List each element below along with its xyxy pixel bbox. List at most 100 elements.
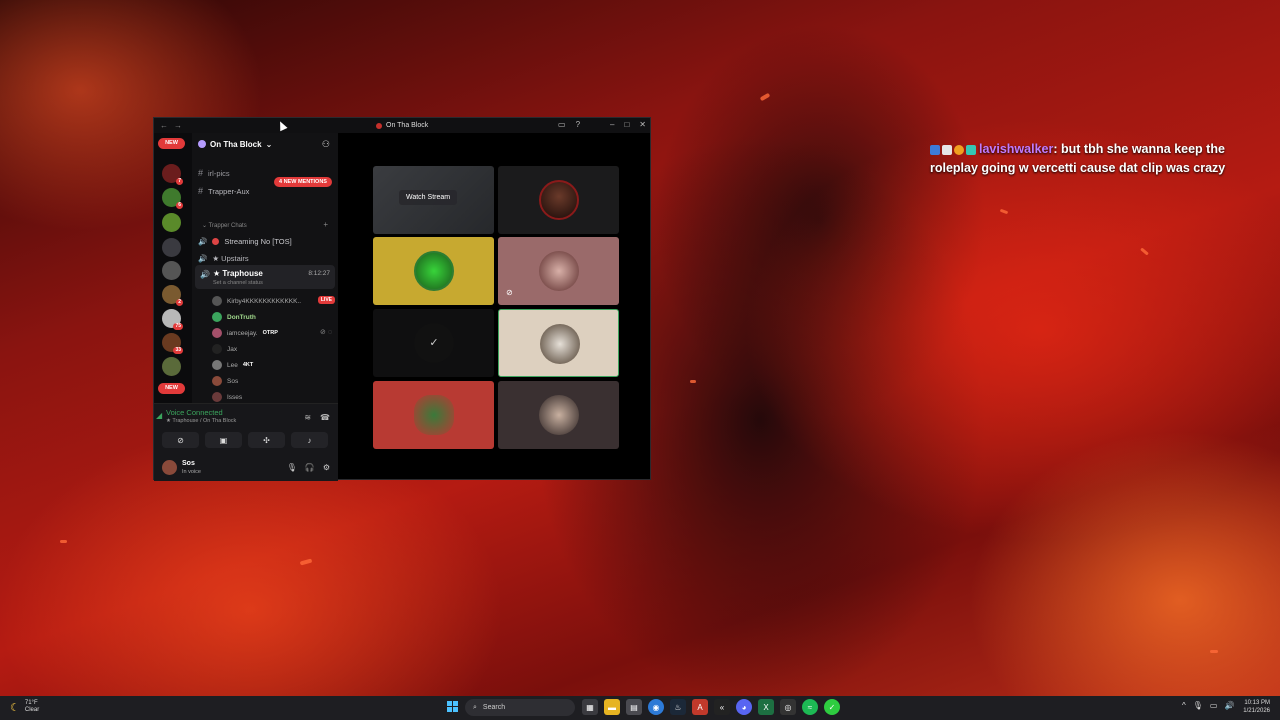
help-icon[interactable]: ? xyxy=(576,120,580,129)
volume-icon[interactable]: 🔊 xyxy=(1224,701,1234,710)
spotify-icon[interactable]: ≈ xyxy=(802,699,818,715)
voice-user-name: Jax xyxy=(227,345,238,353)
task-view-icon[interactable]: ▦ xyxy=(582,699,598,715)
taskbar-search[interactable]: ⌕ Search xyxy=(465,699,575,716)
steam-icon[interactable]: ♨ xyxy=(670,699,686,715)
category-trapper-chats[interactable]: ⌄ Trapper Chats xyxy=(202,222,247,229)
server-header[interactable]: On Tha Block ⌄ ⚇ xyxy=(192,133,338,155)
avatar xyxy=(212,296,222,306)
unread-badge: 33 xyxy=(173,347,183,354)
channel-label: ★ Traphouse xyxy=(213,269,263,278)
clock-time: 10:13 PM xyxy=(1244,700,1270,706)
stream-tile[interactable]: Watch Stream xyxy=(373,166,494,234)
obs-icon[interactable]: ◎ xyxy=(780,699,796,715)
microphone-icon[interactable]: 🎙 xyxy=(287,463,297,472)
excel-icon[interactable]: X xyxy=(758,699,774,715)
camera-button[interactable]: ⊘ xyxy=(162,432,199,448)
new-unreads-bottom[interactable]: NEW xyxy=(158,383,185,394)
activities-button[interactable]: ✣ xyxy=(248,432,285,448)
voice-channel-upstairs[interactable]: 🔊 ★ Upstairs xyxy=(198,254,249,263)
participant-tile[interactable] xyxy=(373,381,494,449)
network-icon[interactable]: ▭ xyxy=(1210,701,1218,710)
participant-tile[interactable]: ⊘ xyxy=(498,237,619,305)
chrome-icon[interactable]: ◉ xyxy=(648,699,664,715)
start-button[interactable] xyxy=(447,701,459,713)
server-icon xyxy=(376,122,382,129)
file-explorer-icon[interactable]: ▬ xyxy=(604,699,620,715)
signal-icon[interactable]: ◢ xyxy=(156,411,162,420)
participant-tile[interactable]: ✓ xyxy=(373,309,494,377)
voice-channel-traphouse[interactable]: 🔊 ★ Traphouse 8:12:27 Set a channel stat… xyxy=(195,265,335,289)
server-icon[interactable]: 33 xyxy=(162,333,183,354)
minimize-button[interactable]: – xyxy=(610,120,614,129)
participant-tile-speaking[interactable] xyxy=(498,309,619,377)
microphone-icon[interactable]: 🎙 xyxy=(1193,701,1203,710)
disconnect-icon[interactable]: ☎ xyxy=(320,413,330,422)
screen-share-button[interactable]: ▣ xyxy=(205,432,242,448)
channel-irl-pics[interactable]: # irl-pics xyxy=(198,168,230,178)
nike-logo-icon: ✓ xyxy=(414,323,454,363)
voice-user-name: Lee xyxy=(227,361,238,369)
headphones-icon[interactable]: 🎧 xyxy=(305,463,315,472)
server-icon[interactable] xyxy=(162,213,181,232)
channel-status[interactable]: Set a channel status xyxy=(213,280,263,286)
server-icon[interactable]: 2 xyxy=(162,285,183,306)
voice-user[interactable]: Isses xyxy=(212,392,242,402)
new-mentions-pill[interactable]: 4 NEW MENTIONS xyxy=(274,177,332,187)
voice-channel-streaming[interactable]: 🔊 Streaming No [TOS] xyxy=(198,237,292,246)
voice-user[interactable]: Lee 4KT xyxy=(212,360,253,370)
user-tag: 4KT xyxy=(242,362,254,368)
gear-icon[interactable]: ⚙ xyxy=(323,463,330,472)
channel-trapper-aux[interactable]: # Trapper-Aux xyxy=(198,186,249,196)
ember-particle xyxy=(690,380,696,383)
back-icon[interactable]: ← xyxy=(160,121,168,130)
clock[interactable]: 10:13 PM 1/21/2026 xyxy=(1243,699,1270,715)
soundboard-button[interactable]: ♪ xyxy=(291,432,328,448)
server-icon[interactable]: 6 xyxy=(162,188,183,209)
new-unreads-top[interactable]: NEW xyxy=(158,138,185,149)
clock-date: 1/21/2026 xyxy=(1243,708,1270,714)
add-member-icon[interactable]: ⚇ xyxy=(322,139,330,150)
avatar xyxy=(212,328,222,338)
server-icon[interactable]: 75 xyxy=(162,309,183,330)
voice-user[interactable]: Jax xyxy=(212,344,237,354)
voice-user[interactable]: Kirby4KKKKKKKKKKKK.. xyxy=(212,296,301,306)
close-button[interactable]: ✕ xyxy=(639,120,646,129)
capcut-icon[interactable]: « xyxy=(714,699,730,715)
store-icon[interactable]: ▤ xyxy=(626,699,642,715)
hash-icon: # xyxy=(198,168,204,178)
server-icon[interactable] xyxy=(162,357,181,376)
server-icon[interactable] xyxy=(162,261,181,280)
server-icon[interactable]: 7 xyxy=(162,164,183,185)
participant-tile[interactable] xyxy=(498,166,619,234)
adobe-icon[interactable]: A xyxy=(692,699,708,715)
window-title: On Tha Block xyxy=(376,122,428,129)
participant-tile[interactable] xyxy=(373,237,494,305)
voice-user[interactable]: Sos xyxy=(212,376,238,386)
screen-share-icon: ▣ xyxy=(219,435,228,445)
create-channel-icon[interactable]: + xyxy=(323,220,328,229)
channel-label: irl-pics xyxy=(208,168,230,178)
unread-badge: 75 xyxy=(173,323,183,330)
weather-widget[interactable]: ☾ 71°F Clear xyxy=(10,700,39,714)
unread-badge: 6 xyxy=(176,202,183,209)
noise-suppression-icon[interactable]: ≋ xyxy=(304,413,311,422)
watch-stream-button[interactable]: Watch Stream xyxy=(399,190,458,205)
maximize-button[interactable]: □ xyxy=(624,120,629,129)
voice-user[interactable]: DonTruth xyxy=(212,312,256,322)
app-icon[interactable]: ✓ xyxy=(824,699,840,715)
server-icon[interactable] xyxy=(162,238,181,257)
moon-icon: ☾ xyxy=(10,701,20,714)
inbox-icon[interactable]: ▭ xyxy=(558,120,566,129)
chevron-up-icon[interactable]: ^ xyxy=(1182,701,1186,710)
voice-user[interactable]: iamceejay. OTRP xyxy=(212,328,278,338)
voice-location[interactable]: ★ Traphouse / On Tha Block xyxy=(166,418,236,424)
participant-tile[interactable] xyxy=(498,381,619,449)
category-label: Trapper Chats xyxy=(208,223,247,229)
forward-icon[interactable]: → xyxy=(174,121,182,130)
avatar xyxy=(539,180,579,220)
status-dot xyxy=(212,238,220,245)
discord-icon[interactable]: ◕ xyxy=(736,699,752,715)
channel-label: ★ Upstairs xyxy=(212,254,249,263)
avatar[interactable] xyxy=(162,460,177,475)
